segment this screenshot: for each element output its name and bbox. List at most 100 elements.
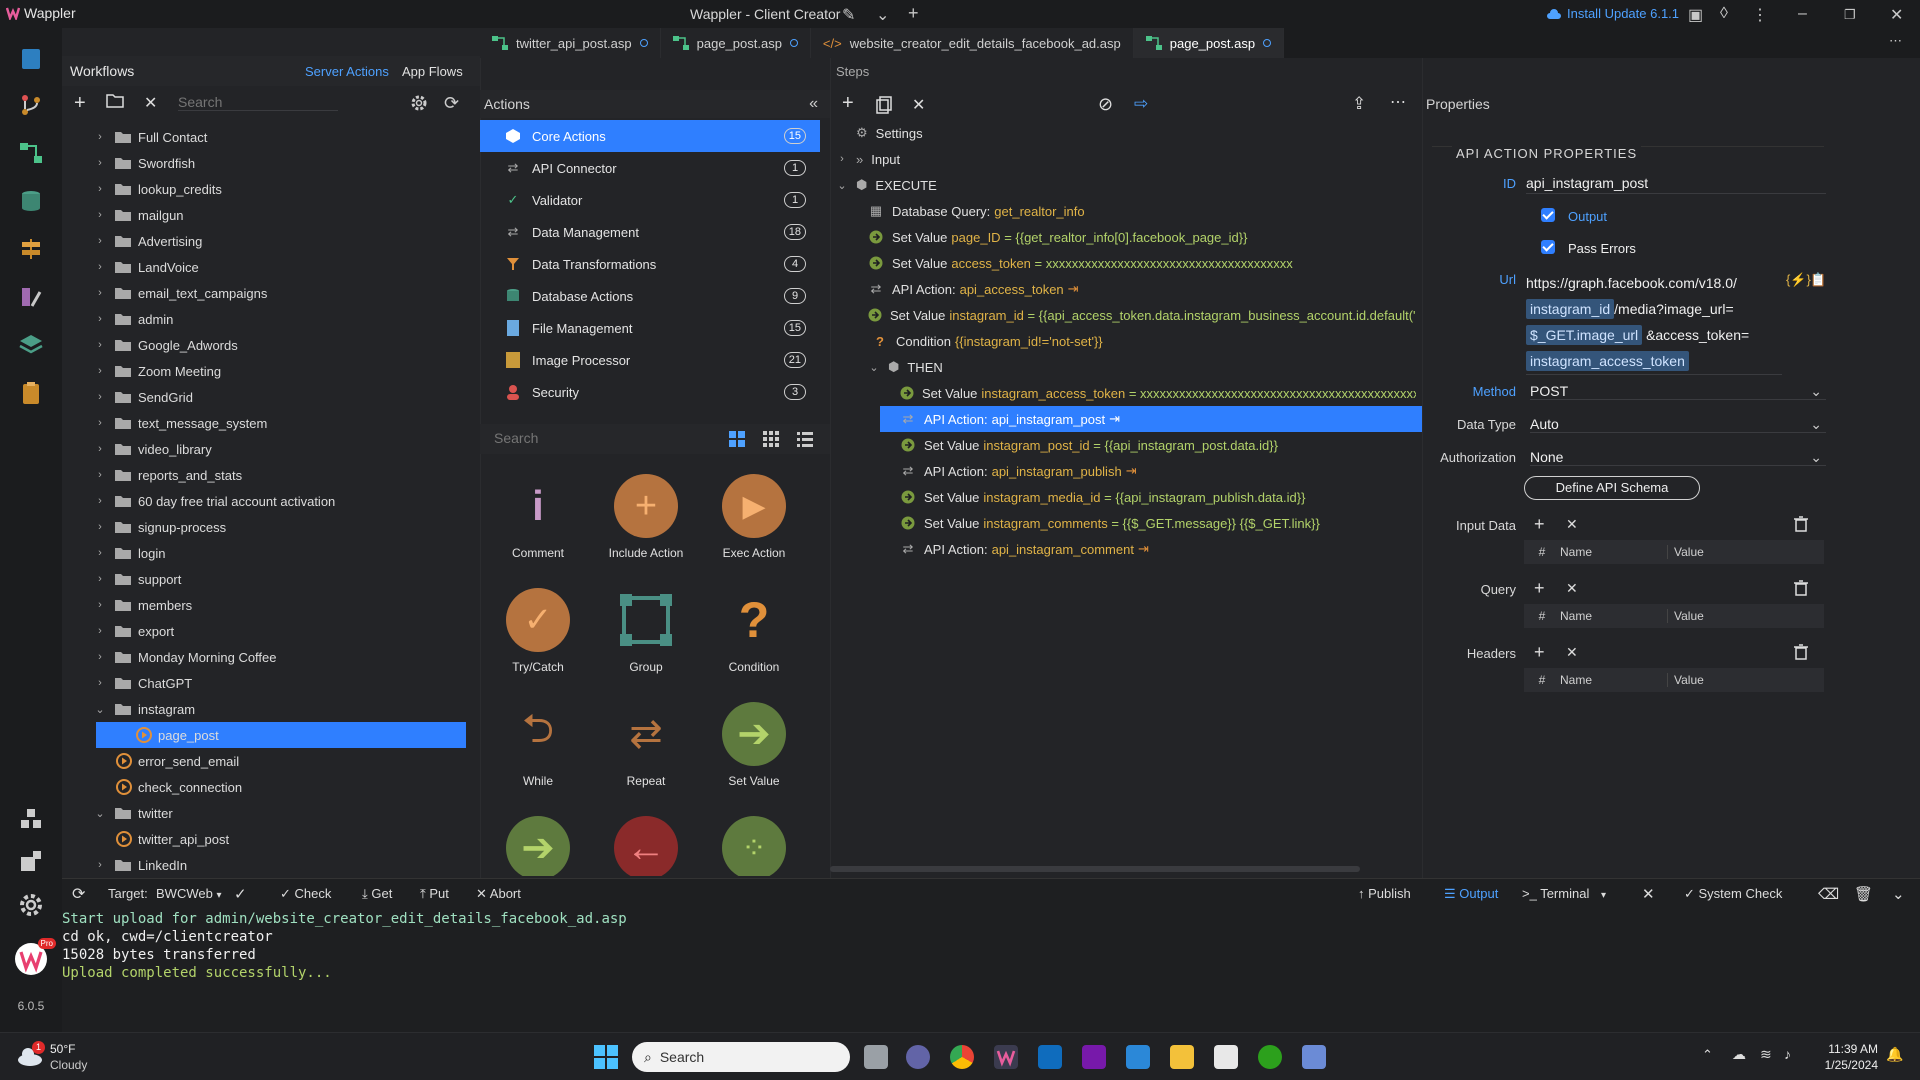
step-row[interactable]: Set Value instagram_comments = {{$_GET.me… xyxy=(900,510,1416,536)
tree-folder[interactable]: › 60 day free trial account activation xyxy=(62,488,462,514)
tree-folder[interactable]: › lookup_credits xyxy=(62,176,462,202)
trash-icon[interactable] xyxy=(1794,516,1808,532)
action-tile[interactable]: i Comment xyxy=(488,474,588,560)
pages-icon[interactable] xyxy=(16,44,46,74)
tree-folder[interactable]: › Google_Adwords xyxy=(62,332,462,358)
add-step-icon[interactable]: + xyxy=(842,92,854,115)
export-arrow-icon[interactable]: ⇨ xyxy=(1134,94,1148,114)
new-folder-icon[interactable] xyxy=(106,92,124,108)
step-row[interactable]: Set Value instagram_access_token = xxxxxx… xyxy=(900,380,1416,406)
trash-icon[interactable] xyxy=(1794,644,1808,660)
actions-search-input[interactable] xyxy=(494,430,694,446)
show-hidden-icons-chevron[interactable]: ⌃ xyxy=(1702,1047,1713,1063)
onedrive-cloud-icon[interactable]: ☁ xyxy=(1732,1046,1746,1063)
design-icon[interactable] xyxy=(16,282,46,312)
tree-action[interactable]: page_post xyxy=(96,722,466,748)
tree-folder[interactable]: › members xyxy=(62,592,462,618)
put-button[interactable]: ⤒ Put xyxy=(420,886,449,902)
more-tabs-icon[interactable]: ⋯ xyxy=(1889,33,1902,49)
tab-1[interactable]: page_post.asp xyxy=(660,28,811,58)
database-icon[interactable] xyxy=(16,186,46,216)
add-query-icon[interactable]: + xyxy=(1534,578,1545,599)
notepad-icon[interactable] xyxy=(1126,1045,1150,1069)
tree-folder[interactable]: › signup-process xyxy=(62,514,462,540)
chevron-down-icon[interactable]: ⌄ xyxy=(836,179,848,192)
chevron-down-icon[interactable]: ⌄ xyxy=(94,703,106,716)
taskbar-search-box[interactable]: ⌕ Search xyxy=(632,1042,850,1072)
tree-folder[interactable]: › Zoom Meeting xyxy=(62,358,462,384)
copy-icon[interactable] xyxy=(876,96,892,114)
action-category[interactable]: Image Processor 21 xyxy=(480,344,820,376)
action-tile[interactable]: ✓ Try/Catch xyxy=(488,588,588,674)
then-branch[interactable]: ⌄ ⬢ THEN xyxy=(868,354,1408,380)
action-tile[interactable]: ▶ Exec Action xyxy=(704,474,804,560)
refresh-icon[interactable]: ⟳ xyxy=(444,93,459,114)
tab-server-actions[interactable]: Server Actions xyxy=(305,64,389,79)
tab-3[interactable]: page_post.asp xyxy=(1133,28,1285,58)
tab-0[interactable]: twitter_api_post.asp xyxy=(480,28,661,58)
chevron-right-icon[interactable]: › xyxy=(94,209,106,221)
store-icon[interactable] xyxy=(1214,1045,1238,1069)
chevron-right-icon[interactable]: › xyxy=(94,287,106,299)
chevron-right-icon[interactable]: › xyxy=(94,313,106,325)
tree-folder[interactable]: › LinkedIn xyxy=(62,852,462,876)
step-row[interactable]: Set Value instagram_media_id = {{api_inst… xyxy=(900,484,1416,510)
edit-pencil-icon[interactable]: ✎ xyxy=(842,5,855,25)
pass-errors-checkbox[interactable] xyxy=(1541,240,1555,254)
chevron-right-icon[interactable]: › xyxy=(94,859,106,871)
onenote-icon[interactable] xyxy=(1082,1045,1106,1069)
target-select[interactable]: BWCWeb ▾ xyxy=(156,886,221,901)
chevron-right-icon[interactable]: › xyxy=(94,339,106,351)
url-input[interactable]: https://graph.facebook.com/v18.0/ instag… xyxy=(1526,270,1782,375)
remove-headers-icon[interactable]: ✕ xyxy=(1566,644,1578,661)
tree-folder[interactable]: ⌄ twitter xyxy=(62,800,462,826)
datatype-select[interactable]: Auto ⌄ xyxy=(1530,416,1826,433)
chevron-down-icon[interactable]: ⌄ xyxy=(94,807,106,820)
dynamic-data-icon[interactable]: {⚡} xyxy=(1786,272,1811,288)
settings-gear-icon[interactable] xyxy=(16,890,46,920)
chevron-right-icon[interactable]: › xyxy=(94,417,106,429)
action-tile[interactable]: ➔ Set Value xyxy=(704,702,804,788)
settings-gear-icon[interactable] xyxy=(410,94,428,112)
action-tile[interactable]: ⁘ xyxy=(704,816,804,876)
delete-icon[interactable]: ✕ xyxy=(144,93,157,113)
wappler-taskbar-icon[interactable] xyxy=(994,1045,1018,1069)
task-view-icon[interactable] xyxy=(864,1045,888,1069)
wifi-icon[interactable]: ≋ xyxy=(1760,1046,1772,1063)
list-view-icon[interactable] xyxy=(796,430,814,448)
action-category[interactable]: Security 3 xyxy=(480,376,820,408)
tree-action[interactable]: check_connection xyxy=(62,774,462,800)
minimize-icon[interactable]: – xyxy=(1798,5,1807,23)
disable-icon[interactable]: ⊘ xyxy=(1098,94,1113,115)
chevron-right-icon[interactable]: › xyxy=(94,391,106,403)
chevron-right-icon[interactable]: › xyxy=(94,651,106,663)
clock-date[interactable]: 1/25/2024 xyxy=(1812,1058,1878,1072)
tree-folder[interactable]: ⌄ instagram xyxy=(62,696,462,722)
system-check-button[interactable]: ✓ System Check xyxy=(1684,886,1782,902)
extensions-icon[interactable] xyxy=(16,846,46,876)
add-icon[interactable]: + xyxy=(908,3,919,24)
method-select[interactable]: POST ⌄ xyxy=(1530,383,1826,400)
action-tile[interactable]: + Include Action xyxy=(596,474,696,560)
step-row[interactable]: Set Value access_token = xxxxxxxxxxxxxxxx… xyxy=(868,250,1416,276)
clock-time[interactable]: 11:39 AM xyxy=(1816,1042,1878,1056)
url-binding-chip[interactable]: instagram_access_token xyxy=(1526,351,1689,371)
start-windows-icon[interactable] xyxy=(594,1045,618,1069)
refresh-icon[interactable]: ⟳ xyxy=(72,884,85,904)
remove-query-icon[interactable]: ✕ xyxy=(1566,580,1578,597)
get-button[interactable]: ⤓ Get xyxy=(362,886,392,902)
chevron-right-icon[interactable]: › xyxy=(94,183,106,195)
steps-horizontal-scrollbar[interactable] xyxy=(830,866,1360,872)
steps-execute[interactable]: ⌄ ⬢ EXECUTE xyxy=(836,172,1416,198)
terminal-tab[interactable]: >_ Terminal ▾ xyxy=(1522,886,1606,901)
step-row[interactable]: Set Value instagram_post_id = {{api_insta… xyxy=(900,432,1416,458)
action-tile[interactable]: ← xyxy=(596,816,696,876)
action-tile[interactable]: ? Condition xyxy=(704,588,804,674)
chevron-right-icon[interactable]: › xyxy=(836,153,848,165)
tree-folder[interactable]: › SendGrid xyxy=(62,384,462,410)
more-options-icon[interactable]: ⋯ xyxy=(1390,92,1406,112)
tree-folder[interactable]: › Monday Morning Coffee xyxy=(62,644,462,670)
tree-folder[interactable]: › LandVoice xyxy=(62,254,462,280)
step-row[interactable]: ⇄ API Action: api_instagram_publish ⇥ xyxy=(900,458,1416,484)
action-category[interactable]: Data Transformations 4 xyxy=(480,248,820,280)
